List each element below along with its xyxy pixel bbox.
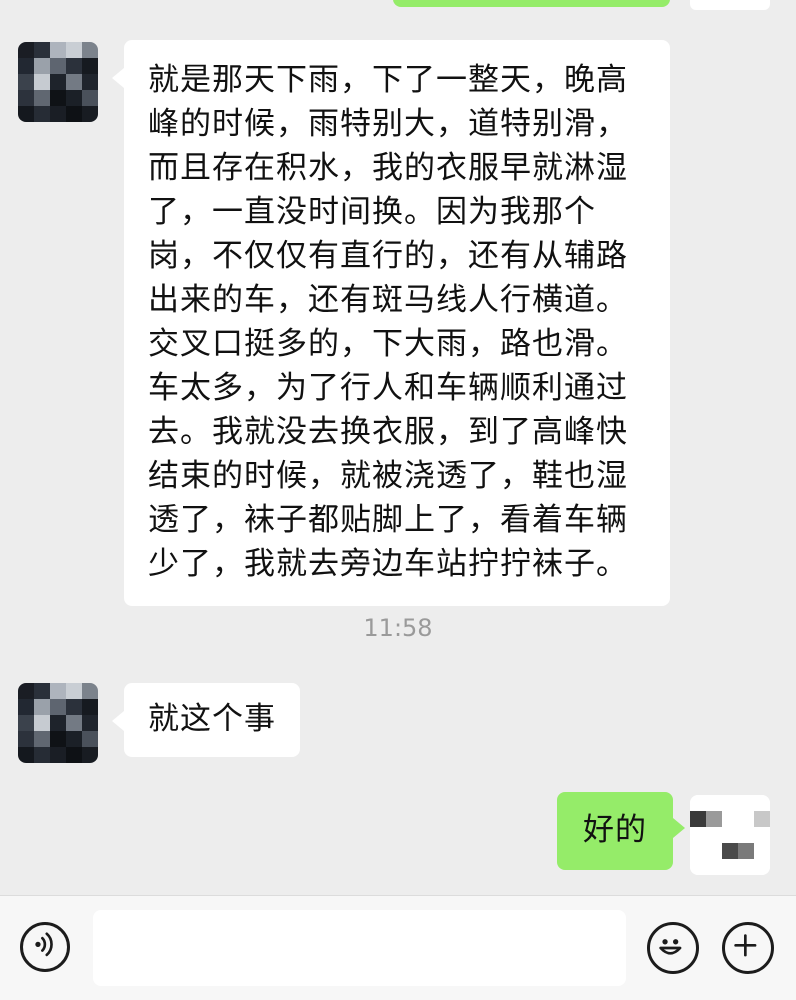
previous-message-bubble[interactable] [393, 0, 670, 7]
previous-own-avatar[interactable] [690, 0, 770, 10]
message-text-line: 而且存在积水，我的衣服早就淋湿 [148, 150, 628, 186]
message-text: 就这个事 [148, 701, 276, 737]
more-button[interactable] [722, 922, 774, 974]
message-text-line: 去。我就没去换衣服，到了高峰快 [148, 414, 628, 450]
message-text: 好的 [583, 812, 647, 848]
message-bubble-incoming[interactable]: 就是那天下雨，下了一整天，晚高 峰的时候，雨特别大，道特别滑， 而且存在积水，我… [112, 40, 670, 606]
chat-area: 就是那天下雨，下了一整天，晚高 峰的时候，雨特别大，道特别滑， 而且存在积水，我… [0, 0, 796, 895]
message-text-line: 透了，袜子都贴脚上了，看着车辆 [148, 502, 628, 538]
message-text-line: 了，一直没时间换。因为我那个 [148, 194, 596, 230]
message-text-line: 少了，我就去旁边车站拧拧袜子。 [148, 546, 628, 582]
emoji-icon [659, 939, 682, 955]
voice-icon [35, 932, 53, 957]
message-text-line: 峰的时候，雨特别大，道特别滑， [148, 106, 628, 142]
message-text-line: 出来的车，还有斑马线人行横道。 [148, 282, 628, 318]
message-text-line: 车太多，为了行人和车辆顺利通过 [148, 370, 628, 406]
emoji-button[interactable] [647, 922, 699, 974]
message-text-line: 岗，不仅仅有直行的，还有从辅路 [148, 238, 628, 274]
message-timestamp: 11:58 [363, 614, 433, 642]
contact-avatar[interactable] [18, 42, 98, 122]
message-bubble-incoming[interactable]: 就这个事 [112, 683, 300, 757]
message-input[interactable] [93, 910, 626, 986]
plus-icon [734, 934, 757, 957]
voice-button[interactable] [20, 922, 70, 972]
message-text-line: 结束的时候，就被浇透了，鞋也湿 [148, 458, 628, 494]
message-bubble-outgoing[interactable]: 好的 [557, 792, 685, 870]
message-text-line: 交叉口挺多的，下大雨，路也滑。 [148, 326, 628, 362]
own-avatar[interactable] [690, 795, 770, 875]
contact-avatar[interactable] [18, 683, 98, 763]
message-text-line: 就是那天下雨，下了一整天，晚高 [148, 62, 628, 98]
